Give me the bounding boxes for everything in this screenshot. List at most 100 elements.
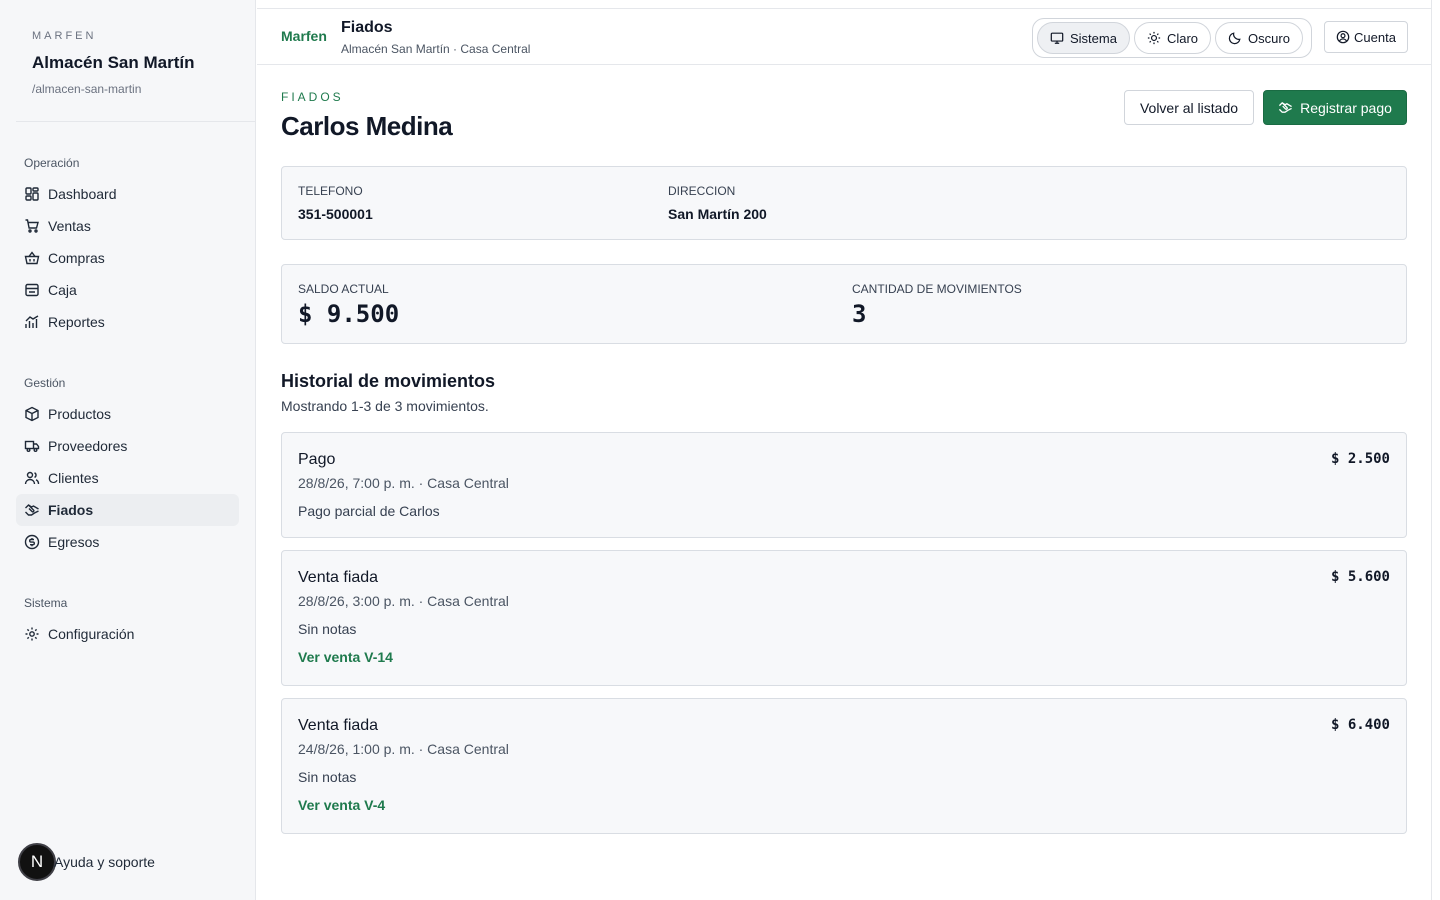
address-value: San Martín 200 bbox=[668, 206, 767, 222]
movement-count-label: CANTIDAD DE MOVIMIENTOS bbox=[852, 282, 1022, 296]
account-button[interactable]: Cuenta bbox=[1324, 21, 1408, 53]
sidebar: MARFEN Almacén San Martín /almacen-san-m… bbox=[0, 0, 256, 900]
sidebar-item-reportes[interactable]: Reportes bbox=[16, 306, 239, 338]
gear-icon bbox=[24, 626, 40, 642]
balance-stats-card: SALDO ACTUAL $ 9.500 CANTIDAD DE MOVIMIE… bbox=[281, 264, 1407, 344]
handshake-icon bbox=[1279, 101, 1293, 113]
sidebar-item-compras[interactable]: Compras bbox=[16, 242, 239, 274]
sidebar-brand: MARFEN Almacén San Martín /almacen-san-m… bbox=[16, 0, 255, 122]
history-subtitle: Mostrando 1-3 de 3 movimientos. bbox=[281, 398, 489, 414]
sidebar-item-label: Ventas bbox=[48, 218, 91, 234]
list-item: Pago 28/8/26, 7:00 p. m. · Casa Central … bbox=[281, 432, 1407, 538]
store-name: Almacén San Martín bbox=[32, 53, 195, 72]
customer-info-card: TELEFONO 351-500001 DIRECCION San Martín… bbox=[281, 166, 1407, 240]
sidebar-item-productos[interactable]: Productos bbox=[16, 398, 239, 430]
sun-icon bbox=[1147, 31, 1161, 45]
help-label: Ayuda y soporte bbox=[54, 854, 155, 870]
register-payment-button[interactable]: Registrar pago bbox=[1263, 90, 1407, 125]
movement-amount: $ 6.400 bbox=[1330, 717, 1390, 733]
handshake-icon bbox=[24, 502, 40, 518]
user-circle-icon bbox=[1336, 30, 1350, 44]
sidebar-item-caja[interactable]: Caja bbox=[16, 274, 239, 306]
page-kicker: FIADOS bbox=[281, 90, 344, 104]
brand-kicker: MARFEN bbox=[32, 30, 97, 42]
cart-icon bbox=[24, 218, 40, 234]
truck-icon bbox=[24, 438, 40, 454]
theme-switcher: Sistema Claro Oscuro bbox=[1032, 18, 1312, 58]
dashboard-icon bbox=[24, 186, 40, 202]
store-slug: /almacen-san-martin bbox=[32, 82, 142, 96]
back-to-list-button[interactable]: Volver al listado bbox=[1124, 90, 1254, 125]
theme-system-label: Sistema bbox=[1070, 30, 1117, 46]
avatar[interactable]: N bbox=[18, 843, 56, 881]
movement-note: Sin notas bbox=[298, 621, 357, 637]
phone-value: 351-500001 bbox=[298, 206, 373, 222]
sidebar-item-label: Egresos bbox=[48, 534, 100, 550]
movement-type: Venta fiada bbox=[298, 569, 379, 586]
sidebar-item-label: Fiados bbox=[48, 502, 94, 518]
view-sale-link[interactable]: Ver venta V-4 bbox=[298, 797, 385, 813]
box-icon bbox=[24, 406, 40, 422]
sidebar-item-configuracion[interactable]: Configuración bbox=[16, 618, 239, 650]
nav-group-gestion: Gestión Productos Proveedores Clientes F… bbox=[16, 358, 239, 558]
page-edge-divider bbox=[1431, 0, 1432, 900]
address-label: DIRECCION bbox=[668, 184, 736, 198]
nav-group-operacion: Operación Dashboard Ventas Compras Caja … bbox=[16, 138, 239, 338]
balance-stat: SALDO ACTUAL $ 9.500 bbox=[298, 282, 399, 328]
topbar-subtitle: Almacén San Martín · Casa Central bbox=[341, 42, 531, 56]
nav-group-label: Operación bbox=[24, 156, 80, 170]
movement-count-stat: CANTIDAD DE MOVIMIENTOS 3 bbox=[852, 282, 1022, 328]
theme-dark-label: Oscuro bbox=[1248, 30, 1290, 46]
sidebar-item-label: Dashboard bbox=[48, 186, 117, 202]
account-label: Cuenta bbox=[1354, 29, 1396, 45]
moon-icon bbox=[1228, 32, 1241, 45]
sidebar-item-label: Proveedores bbox=[48, 438, 128, 454]
nav-group-sistema: Sistema Configuración bbox=[16, 578, 239, 650]
movement-amount: $ 5.600 bbox=[1330, 569, 1390, 585]
movement-meta: 28/8/26, 3:00 p. m. · Casa Central bbox=[298, 593, 509, 609]
movement-count-value: 3 bbox=[852, 300, 867, 328]
page-title: Carlos Medina bbox=[281, 111, 453, 141]
list-item: Venta fiada 28/8/26, 3:00 p. m. · Casa C… bbox=[281, 550, 1407, 686]
history-title: Historial de movimientos bbox=[281, 371, 496, 391]
sidebar-item-label: Configuración bbox=[48, 626, 135, 642]
phone-field: TELEFONO 351-500001 bbox=[298, 184, 373, 222]
register-payment-label: Registrar pago bbox=[1300, 99, 1392, 116]
theme-light-label: Claro bbox=[1166, 30, 1199, 46]
movement-meta: 28/8/26, 7:00 p. m. · Casa Central bbox=[298, 475, 509, 491]
sidebar-item-proveedores[interactable]: Proveedores bbox=[16, 430, 239, 462]
theme-system-button[interactable]: Sistema bbox=[1037, 22, 1130, 54]
phone-label: TELEFONO bbox=[298, 184, 363, 198]
sidebar-item-label: Reportes bbox=[48, 314, 105, 330]
movement-type: Venta fiada bbox=[298, 717, 379, 734]
cash-register-icon bbox=[24, 282, 40, 298]
theme-dark-button[interactable]: Oscuro bbox=[1215, 22, 1303, 54]
theme-light-button[interactable]: Claro bbox=[1133, 22, 1212, 54]
movement-note: Pago parcial de Carlos bbox=[298, 503, 440, 519]
movement-type: Pago bbox=[298, 451, 336, 468]
basket-icon bbox=[24, 250, 40, 266]
sidebar-item-egresos[interactable]: Egresos bbox=[16, 526, 239, 558]
nav-group-label: Sistema bbox=[24, 596, 68, 610]
list-item: Venta fiada 24/8/26, 1:00 p. m. · Casa C… bbox=[281, 698, 1407, 834]
view-sale-link[interactable]: Ver venta V-14 bbox=[298, 649, 393, 665]
sidebar-item-fiados[interactable]: Fiados bbox=[16, 494, 239, 526]
movement-amount: $ 2.500 bbox=[1330, 451, 1390, 467]
sidebar-item-label: Caja bbox=[48, 282, 77, 298]
sidebar-item-clientes[interactable]: Clientes bbox=[16, 462, 239, 494]
monitor-icon bbox=[1050, 32, 1064, 44]
sidebar-item-label: Compras bbox=[48, 250, 105, 266]
nav-group-label: Gestión bbox=[24, 376, 66, 390]
topbar-brand[interactable]: Marfen bbox=[281, 28, 327, 44]
help-support-link[interactable]: N Ayuda y soporte bbox=[18, 843, 155, 881]
movement-note: Sin notas bbox=[298, 769, 357, 785]
sidebar-item-ventas[interactable]: Ventas bbox=[16, 210, 239, 242]
movement-meta: 24/8/26, 1:00 p. m. · Casa Central bbox=[298, 741, 509, 757]
sidebar-nav: Operación Dashboard Ventas Compras Caja … bbox=[0, 138, 255, 650]
topbar: Marfen Fiados Almacén San Martín · Casa … bbox=[257, 8, 1431, 65]
sidebar-item-dashboard[interactable]: Dashboard bbox=[16, 178, 239, 210]
balance-label: SALDO ACTUAL bbox=[298, 282, 389, 296]
sidebar-item-label: Productos bbox=[48, 406, 112, 422]
topbar-title: Fiados bbox=[341, 19, 393, 36]
balance-value: $ 9.500 bbox=[298, 300, 400, 328]
